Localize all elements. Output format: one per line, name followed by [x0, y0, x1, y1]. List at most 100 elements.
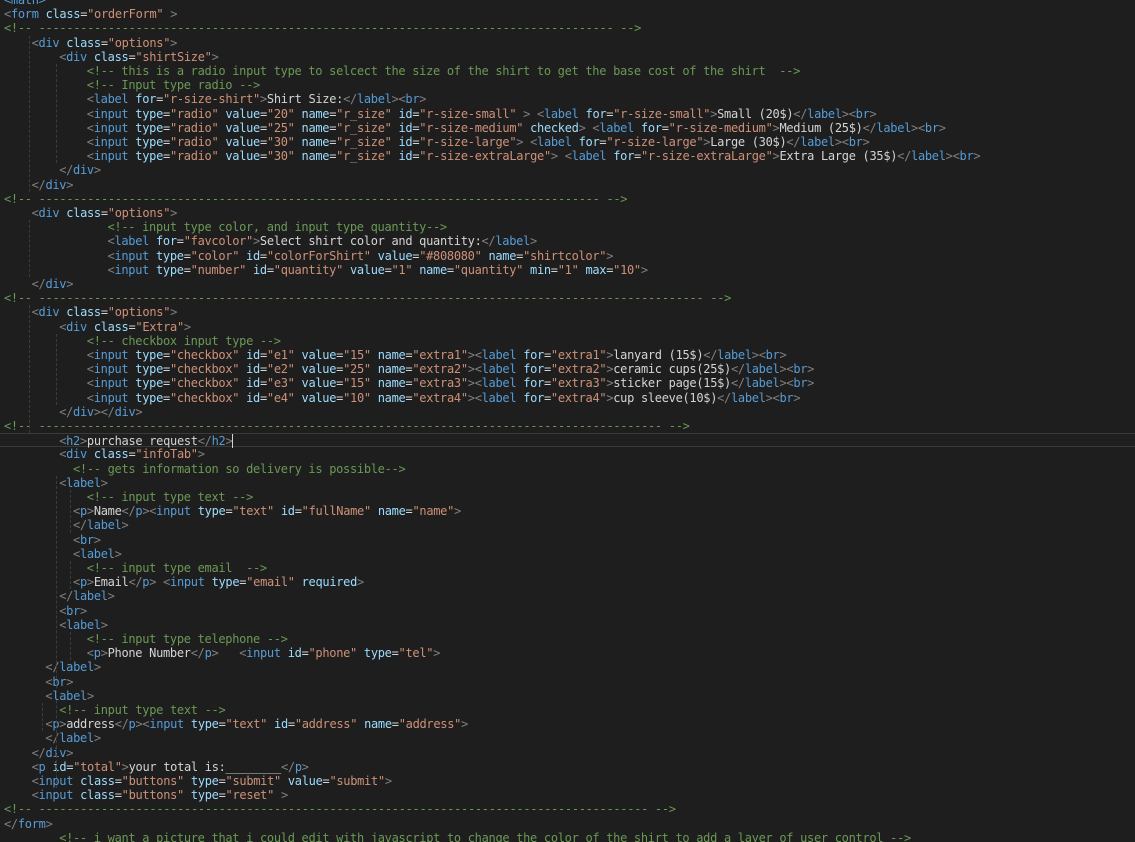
code-line[interactable]: <div class="options"> [0, 206, 178, 220]
code-line[interactable]: <h2>purchase request</h2> [0, 433, 1135, 448]
code-line[interactable]: <br> [0, 675, 73, 689]
code-line[interactable]: <label> [0, 689, 94, 703]
code-token-br: < [31, 206, 39, 220]
code-line[interactable]: </label> [0, 589, 115, 603]
code-token-attr: id [280, 504, 295, 519]
code-line[interactable]: <!-- Input type radio --> [0, 78, 260, 92]
code-line[interactable]: <input type="radio" value="30" name="r_s… [0, 149, 981, 164]
code-token-br: < [31, 759, 39, 774]
code-token-attr: name [377, 504, 406, 519]
code-line[interactable]: <input class="buttons" type="reset" > [0, 788, 289, 803]
code-token-str: "buttons" [121, 774, 191, 788]
code-line[interactable]: <br> [0, 533, 101, 547]
code-line[interactable]: <div class="shirtSize"> [0, 50, 219, 64]
code-token-text: ceramic cups(25$) [613, 362, 731, 377]
code-token-str: "extra1" [412, 348, 468, 362]
code-line[interactable]: <label> [0, 476, 108, 490]
code-token-br: > [93, 660, 101, 675]
code-token-tag: label [481, 362, 524, 377]
code-line[interactable]: <math> [0, 0, 46, 7]
code-token-br: < [86, 348, 94, 362]
code-token-tag: p [294, 759, 302, 774]
code-line[interactable]: <input type="checkbox" id="e2" value="25… [0, 362, 815, 377]
code-editor[interactable]: <math> <form class="orderForm" > <!-- ----… [0, 0, 1135, 842]
code-token-br: > [419, 92, 427, 107]
code-line[interactable]: <input type="radio" value="20" name="r_s… [0, 106, 877, 121]
code-line[interactable]: <input type="checkbox" id="e1" value="15… [0, 348, 787, 362]
code-line[interactable]: </label> [0, 660, 101, 674]
code-line[interactable]: </div></div> [0, 405, 142, 419]
code-line[interactable]: <!-- input type color, and input type qu… [0, 220, 448, 234]
code-line[interactable]: <!-- i want a picture that i could edit … [0, 831, 911, 842]
code-token-attr: required [301, 575, 358, 590]
code-line[interactable]: <br> [0, 604, 87, 618]
code-token-text: = [259, 362, 267, 377]
code-line[interactable]: <!-- -----------------------------------… [0, 291, 731, 305]
code-line[interactable]: <!-- -----------------------------------… [0, 21, 641, 35]
code-token-br: > [86, 575, 94, 590]
code-line[interactable]: <label for="r-size-shirt">Shirt Size:</l… [0, 92, 427, 107]
code-token-br: < [31, 774, 39, 788]
code-token-tag: input [170, 575, 212, 590]
code-line[interactable]: <!-- checkbox input type --> [0, 334, 281, 348]
code-line[interactable]: </div> [0, 277, 74, 291]
code-token-br: < [86, 92, 94, 107]
code-token-str: "extra4" [550, 390, 607, 405]
code-token-attr: name [364, 717, 392, 732]
code-line[interactable]: </div> [0, 163, 101, 177]
code-token-tag: input [38, 788, 81, 803]
code-line[interactable]: <div class="options"> [0, 36, 178, 50]
code-line[interactable]: </div> [0, 746, 74, 760]
code-token-str: "r-size-medium" [668, 120, 773, 135]
code-token-br: > [66, 277, 74, 291]
code-line[interactable]: <input class="buttons" type="submit" val… [0, 774, 392, 788]
code-line[interactable]: <input type="checkbox" id="e3" value="15… [0, 376, 815, 391]
code-line[interactable]: <!-- input type text --> [0, 490, 254, 504]
code-line[interactable]: <input type="color" id="colorForShirt" v… [0, 249, 614, 263]
code-line[interactable]: <!-- input type telephone --> [0, 632, 288, 646]
code-line[interactable]: <!-- -----------------------------------… [0, 191, 628, 206]
code-token-attr: class [45, 7, 81, 22]
code-token-cmt: <!-- -----------------------------------… [4, 191, 628, 206]
code-token-tag: br [779, 390, 794, 405]
code-line[interactable]: <!-- this is a radio input type to selce… [0, 64, 801, 78]
code-line[interactable]: <!-- input type email --> [0, 561, 267, 575]
code-line[interactable]: <p id="total">your total is:________</p> [0, 760, 309, 774]
code-line[interactable]: <!-- gets information so delivery is pos… [0, 461, 406, 476]
code-token-attr: name [377, 376, 406, 391]
code-line[interactable]: <!-- -----------------------------------… [0, 419, 690, 433]
code-token-br: </ [59, 589, 74, 604]
code-token-text: = [301, 646, 309, 661]
code-line[interactable]: <input type="radio" value="25" name="r_s… [0, 121, 946, 135]
code-line[interactable]: <input type="checkbox" id="e4" value="10… [0, 390, 801, 405]
code-line[interactable]: </label> [0, 518, 129, 532]
code-line[interactable]: <div class="infoTab"> [0, 447, 205, 461]
code-token-tag: p [79, 575, 87, 590]
code-line[interactable]: <form class="orderForm" > [0, 7, 177, 21]
code-line[interactable]: <label for="favcolor">Select shirt color… [0, 234, 538, 248]
code-line[interactable]: <!-- input type text --> [0, 703, 226, 717]
code-token-tag: label [52, 688, 87, 703]
code-line[interactable]: </div> [0, 178, 74, 192]
code-token-cmt: <!-- this is a radio input type to selce… [86, 64, 801, 78]
code-line[interactable]: <!-- -----------------------------------… [0, 802, 676, 816]
code-line[interactable]: <label> [0, 547, 122, 561]
code-token-attr: value [225, 120, 260, 135]
code-line[interactable]: <p>Phone Number</p> <input id="phone" ty… [0, 646, 441, 661]
code-token-cmt: <!-- gets information so delivery is pos… [73, 461, 406, 476]
code-line[interactable]: </label> [0, 731, 101, 745]
code-token-str: "address" [398, 717, 462, 732]
code-line[interactable]: <input type="radio" value="30" name="r_s… [0, 135, 870, 149]
code-token-br: >< [945, 149, 960, 164]
code-line[interactable]: <p>address</p><input type="text" id="add… [0, 717, 468, 731]
code-line[interactable]: <input type="number" id="quantity" value… [0, 262, 649, 277]
code-token-str: "radio" [169, 149, 226, 164]
code-line[interactable]: <div class="options"> [0, 305, 178, 319]
code-token-text: = [259, 135, 267, 149]
code-token-cmt: <!-- i want a picture that i could edit … [59, 830, 911, 842]
code-line[interactable]: </form> [0, 817, 53, 831]
code-token-str: "number" [190, 262, 253, 277]
code-line[interactable]: <label> [0, 618, 108, 632]
code-token-attr: for [585, 106, 607, 121]
code-line[interactable]: <p>Email</p> <input type="email" require… [0, 575, 364, 589]
